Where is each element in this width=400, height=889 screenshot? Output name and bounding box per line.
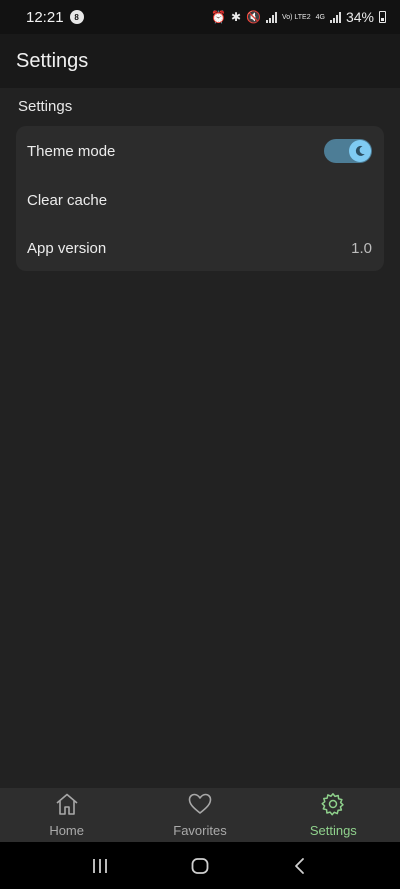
nav-label-settings: Settings (309, 823, 357, 838)
nav-label-favorites: Favorites (173, 823, 227, 838)
mute-icon: 🔇 (246, 10, 261, 24)
recent-apps-icon[interactable] (80, 851, 120, 881)
moon-icon (349, 140, 371, 162)
clear-cache-label: Clear cache (27, 191, 108, 209)
home-circle-icon[interactable] (180, 851, 220, 881)
nav-label-home: Home (49, 823, 84, 838)
system-navigation-bar (0, 842, 400, 889)
nav-item-favorites[interactable]: Favorites (133, 788, 266, 842)
battery-percent: 34% (345, 9, 374, 25)
gear-icon (320, 792, 346, 821)
app-bar: Settings (0, 34, 400, 88)
nav-item-home[interactable]: Home (0, 788, 133, 842)
signal-icon-2 (329, 11, 341, 23)
status-left: 12:21 8 (26, 9, 84, 26)
clear-cache-row[interactable]: Clear cache (16, 176, 384, 224)
battery-icon (379, 11, 386, 23)
heart-icon (187, 792, 213, 821)
volte-label: Vo) LTE2 (281, 13, 311, 21)
bluetooth-icon: ✱ (230, 10, 241, 24)
back-icon[interactable] (280, 851, 320, 881)
theme-mode-row[interactable]: Theme mode (16, 127, 384, 175)
settings-card: Theme mode Clear cache App version 1.0 (16, 126, 384, 271)
section-title: Settings (18, 98, 73, 115)
signal-icon (265, 11, 277, 23)
home-icon (54, 792, 80, 821)
bottom-nav: Home Favorites Settings (0, 788, 400, 842)
theme-mode-toggle[interactable] (324, 139, 372, 163)
status-right: ⏰ ✱ 🔇 Vo) LTE2 4G 34% (211, 9, 386, 25)
settings-content: Settings Theme mode Clear cache App vers… (0, 88, 400, 788)
network-label: 4G (315, 13, 325, 21)
theme-mode-label: Theme mode (27, 142, 116, 160)
app-version-value: 1.0 (351, 239, 372, 257)
status-bar: 12:21 8 ⏰ ✱ 🔇 Vo) LTE2 4G 34% (0, 0, 400, 34)
alarm-icon: ⏰ (210, 10, 226, 24)
page-title: Settings (16, 49, 89, 72)
notification-icon: 8 (69, 10, 84, 24)
app-version-label: App version (27, 239, 107, 257)
app-version-row: App version 1.0 (16, 224, 384, 272)
nav-item-settings[interactable]: Settings (267, 788, 400, 842)
status-time: 12:21 (26, 8, 64, 26)
